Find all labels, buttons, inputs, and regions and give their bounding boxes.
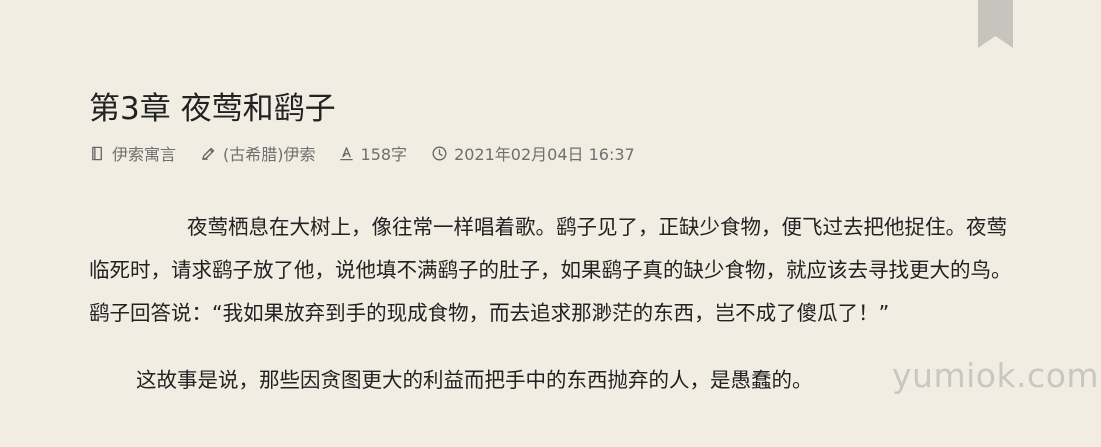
font-icon (339, 146, 353, 160)
meta-book: 伊索寓言 (89, 141, 176, 165)
meta-author: (古希腊)伊索 (200, 141, 316, 165)
content-paragraph: 这故事是说，那些因贪图更大的利益而把手中的东西抛弃的人，是愚蠢的。 (136, 368, 813, 392)
bookmark-icon[interactable] (978, 0, 1013, 48)
word-count: 158字 (360, 145, 408, 164)
book-name: 伊索寓言 (112, 145, 177, 164)
pen-icon (202, 147, 215, 160)
watermark-text: yumiok.com (892, 356, 1100, 395)
meta-word-count: 158字 (338, 141, 408, 165)
book-icon (92, 146, 102, 160)
chapter-title: 第3章 夜莺和鹞子 (89, 91, 336, 127)
publish-datetime: 2021年02月04日 16:37 (454, 145, 635, 164)
author-name: (古希腊)伊索 (223, 145, 316, 164)
content-paragraph: 夜莺栖息在大树上，像往常一样唱着歌。鹞子见了，正缺少食物，便飞过去把他捉住。夜莺… (89, 215, 1012, 325)
chapter-meta: 伊索寓言 (古希腊)伊索 158字 2021年02月04日 16:37 (89, 140, 635, 166)
chapter-content: 夜莺栖息在大树上，像往常一样唱着歌。鹞子见了，正缺少食物，便飞过去把他捉住。夜莺… (89, 206, 1021, 402)
clock-icon (432, 146, 447, 160)
meta-datetime: 2021年02月04日 16:37 (431, 141, 635, 165)
